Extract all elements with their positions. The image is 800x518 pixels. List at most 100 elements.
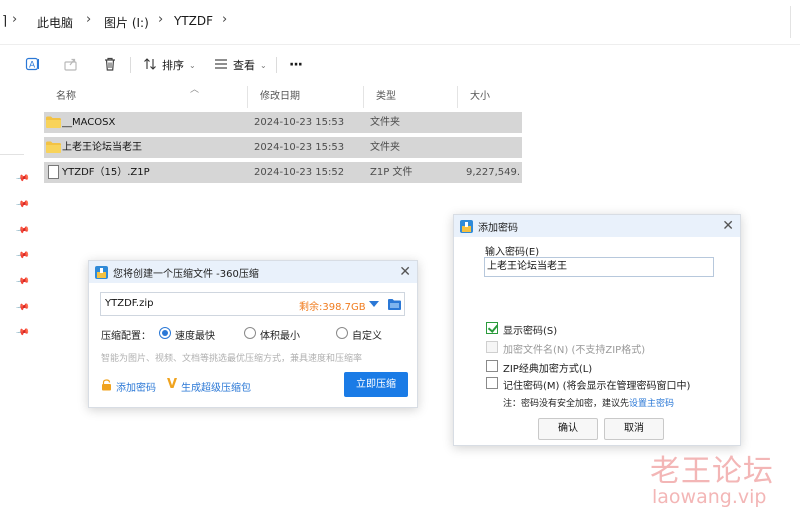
address-edge-glyph: ⌉ — [2, 14, 8, 29]
pin-icon[interactable]: 📌 — [15, 301, 30, 316]
pin-icon[interactable]: 📌 — [15, 326, 30, 341]
file-type: 文件夹 — [370, 142, 400, 153]
compress-now-button[interactable]: 立即压缩 — [344, 372, 408, 397]
column-header-size[interactable]: 大小 — [458, 86, 522, 108]
folder-icon — [46, 141, 61, 153]
pin-icon[interactable]: 📌 — [15, 172, 30, 187]
compress-app-icon — [460, 219, 473, 233]
compress-dialog-title: 您将创建一个压缩文件 -360压缩 — [113, 268, 259, 280]
file-modified: 2024-10-23 15:52 — [254, 167, 345, 178]
command-bar: A 排序 ⌄ 查看 ⌄ ··· — [0, 44, 800, 84]
toolbar-divider — [130, 57, 131, 73]
watermark-url: laowang.vip — [652, 486, 767, 508]
set-master-password-link[interactable]: 设置主密码 — [629, 399, 674, 409]
file-size — [466, 112, 520, 133]
file-modified: 2024-10-23 15:53 — [254, 117, 345, 128]
file-size: 9,227,549... — [466, 167, 520, 178]
chevron-right-icon[interactable]: › — [222, 12, 227, 27]
compress-config-label: 压缩配置： — [101, 331, 151, 342]
option-custom-radio[interactable] — [336, 327, 348, 339]
super-package-link[interactable]: 生成超级压缩包 — [181, 379, 251, 394]
security-note: 注：密码没有安全加密，建议先设置主密码 — [503, 396, 674, 409]
file-name: 上老王论坛当老王 — [62, 142, 142, 153]
password-input[interactable]: 上老王论坛当老王 — [484, 257, 714, 277]
file-type: Z1P 文件 — [370, 167, 413, 178]
close-icon[interactable]: ✕ — [722, 218, 734, 234]
zip-classic-label[interactable]: ZIP经典加密方式(L) — [503, 360, 592, 375]
password-dialog: 添加密码 ✕ 输入密码(E) 上老王论坛当老王 显示密码(S) 加密文件名(N)… — [453, 214, 741, 446]
address-bar: ⌉ › 此电脑 › 图片 (I:) › YTZDF › — [0, 0, 800, 44]
toolbar-divider — [276, 57, 277, 73]
column-header-name[interactable]: 名称 — [44, 86, 248, 108]
delete-icon[interactable] — [101, 55, 119, 73]
add-password-link[interactable]: 添加密码 — [116, 379, 156, 394]
super-package-icon: V — [167, 377, 178, 392]
ok-button[interactable]: 确认 — [538, 418, 598, 440]
file-name: __MACOSX — [62, 117, 116, 128]
pin-icon[interactable]: 📌 — [15, 224, 30, 239]
chevron-right-icon: › — [158, 12, 164, 27]
password-dialog-title: 添加密码 — [478, 222, 518, 234]
encrypt-filenames-label[interactable]: 加密文件名(N) (不支持ZIP格式) — [503, 341, 645, 356]
rename-icon[interactable]: A — [24, 55, 42, 73]
view-button[interactable]: 查看 ⌄ — [214, 55, 267, 75]
file-name: YTZDF（15）.Z1P — [62, 167, 150, 178]
zip-classic-checkbox[interactable] — [486, 360, 498, 372]
column-header-modified[interactable]: 修改日期 — [248, 86, 364, 108]
file-modified: 2024-10-23 15:53 — [254, 142, 345, 153]
compress-app-icon — [95, 265, 108, 279]
file-type: 文件夹 — [370, 117, 400, 128]
password-input-label: 输入密码(E) — [485, 247, 540, 258]
share-icon[interactable] — [62, 55, 80, 73]
file-row[interactable]: 上老王论坛当老王 2024-10-23 15:53 文件夹 — [44, 137, 522, 158]
screen: ⌉ › 此电脑 › 图片 (I:) › YTZDF › A 排序 ⌄ 查看 ⌄ … — [0, 0, 800, 518]
navigation-pane: 📌 📌 📌 📌 📌 📌 📌 — [0, 84, 40, 518]
file-row[interactable]: __MACOSX 2024-10-23 15:53 文件夹 — [44, 112, 522, 133]
chevron-right-icon: › — [86, 12, 92, 27]
pin-icon[interactable]: 📌 — [15, 275, 30, 290]
remember-password-checkbox[interactable] — [486, 377, 498, 389]
encrypt-filenames-checkbox[interactable] — [486, 341, 498, 353]
password-dialog-titlebar: 添加密码 — [454, 215, 740, 237]
svg-text:A: A — [29, 61, 36, 71]
sort-label: 排序 — [162, 59, 184, 72]
remember-password-label[interactable]: 记住密码(M) (将会显示在管理密码窗口中) — [503, 377, 690, 392]
more-options-button[interactable]: ··· — [289, 55, 303, 75]
chevron-right-icon: › — [12, 12, 18, 27]
compress-dialog: 您将创建一个压缩文件 -360压缩 ✕ YTZDF.zip 剩余:398.7GB… — [88, 260, 418, 408]
show-password-label[interactable]: 显示密码(S) — [503, 322, 557, 337]
address-bar-end — [790, 6, 800, 38]
show-password-checkbox[interactable] — [486, 322, 498, 334]
view-icon — [214, 57, 228, 74]
option-smallest-radio[interactable] — [244, 327, 256, 339]
compress-dialog-titlebar: 您将创建一个压缩文件 -360压缩 — [89, 261, 417, 283]
close-icon[interactable]: ✕ — [399, 264, 411, 280]
sort-icon — [143, 57, 157, 74]
chevron-down-icon: ⌄ — [189, 60, 196, 70]
pin-icon[interactable]: 📌 — [15, 198, 30, 213]
file-icon — [48, 165, 59, 179]
lock-icon — [101, 379, 112, 394]
file-size — [466, 137, 520, 158]
pin-icon[interactable]: 📌 — [15, 249, 30, 264]
cancel-button[interactable]: 取消 — [604, 418, 664, 440]
breadcrumb-drive[interactable]: 图片 (I:) — [104, 14, 149, 31]
breadcrumb-folder[interactable]: YTZDF — [174, 14, 213, 28]
option-fastest-radio[interactable] — [159, 327, 171, 339]
browse-folder-icon[interactable] — [388, 298, 401, 310]
sort-button[interactable]: 排序 ⌄ — [143, 55, 196, 75]
file-list-header: ︿ 名称 修改日期 类型 大小 — [44, 85, 522, 108]
security-note-text: 注：密码没有安全加密，建议先 — [503, 399, 630, 409]
watermark-title: 老王论坛 — [650, 454, 774, 489]
option-fastest-label[interactable]: 速度最快 — [175, 327, 215, 342]
column-header-type[interactable]: 类型 — [364, 86, 458, 108]
compress-hint: 智能为图片、视频、文档等挑选最优压缩方式，兼具速度和压缩率 — [101, 354, 363, 364]
free-space-label: 剩余:398.7GB — [299, 302, 366, 313]
dropdown-arrow-icon[interactable] — [369, 301, 379, 307]
file-row[interactable]: YTZDF（15）.Z1P 2024-10-23 15:52 Z1P 文件 9,… — [44, 162, 522, 183]
option-custom-label[interactable]: 自定义 — [352, 327, 382, 342]
option-smallest-label[interactable]: 体积最小 — [260, 327, 300, 342]
breadcrumb-this-pc[interactable]: 此电脑 — [37, 14, 73, 31]
nav-divider — [0, 154, 24, 155]
archive-name-field[interactable]: YTZDF.zip 剩余:398.7GB — [100, 292, 405, 316]
